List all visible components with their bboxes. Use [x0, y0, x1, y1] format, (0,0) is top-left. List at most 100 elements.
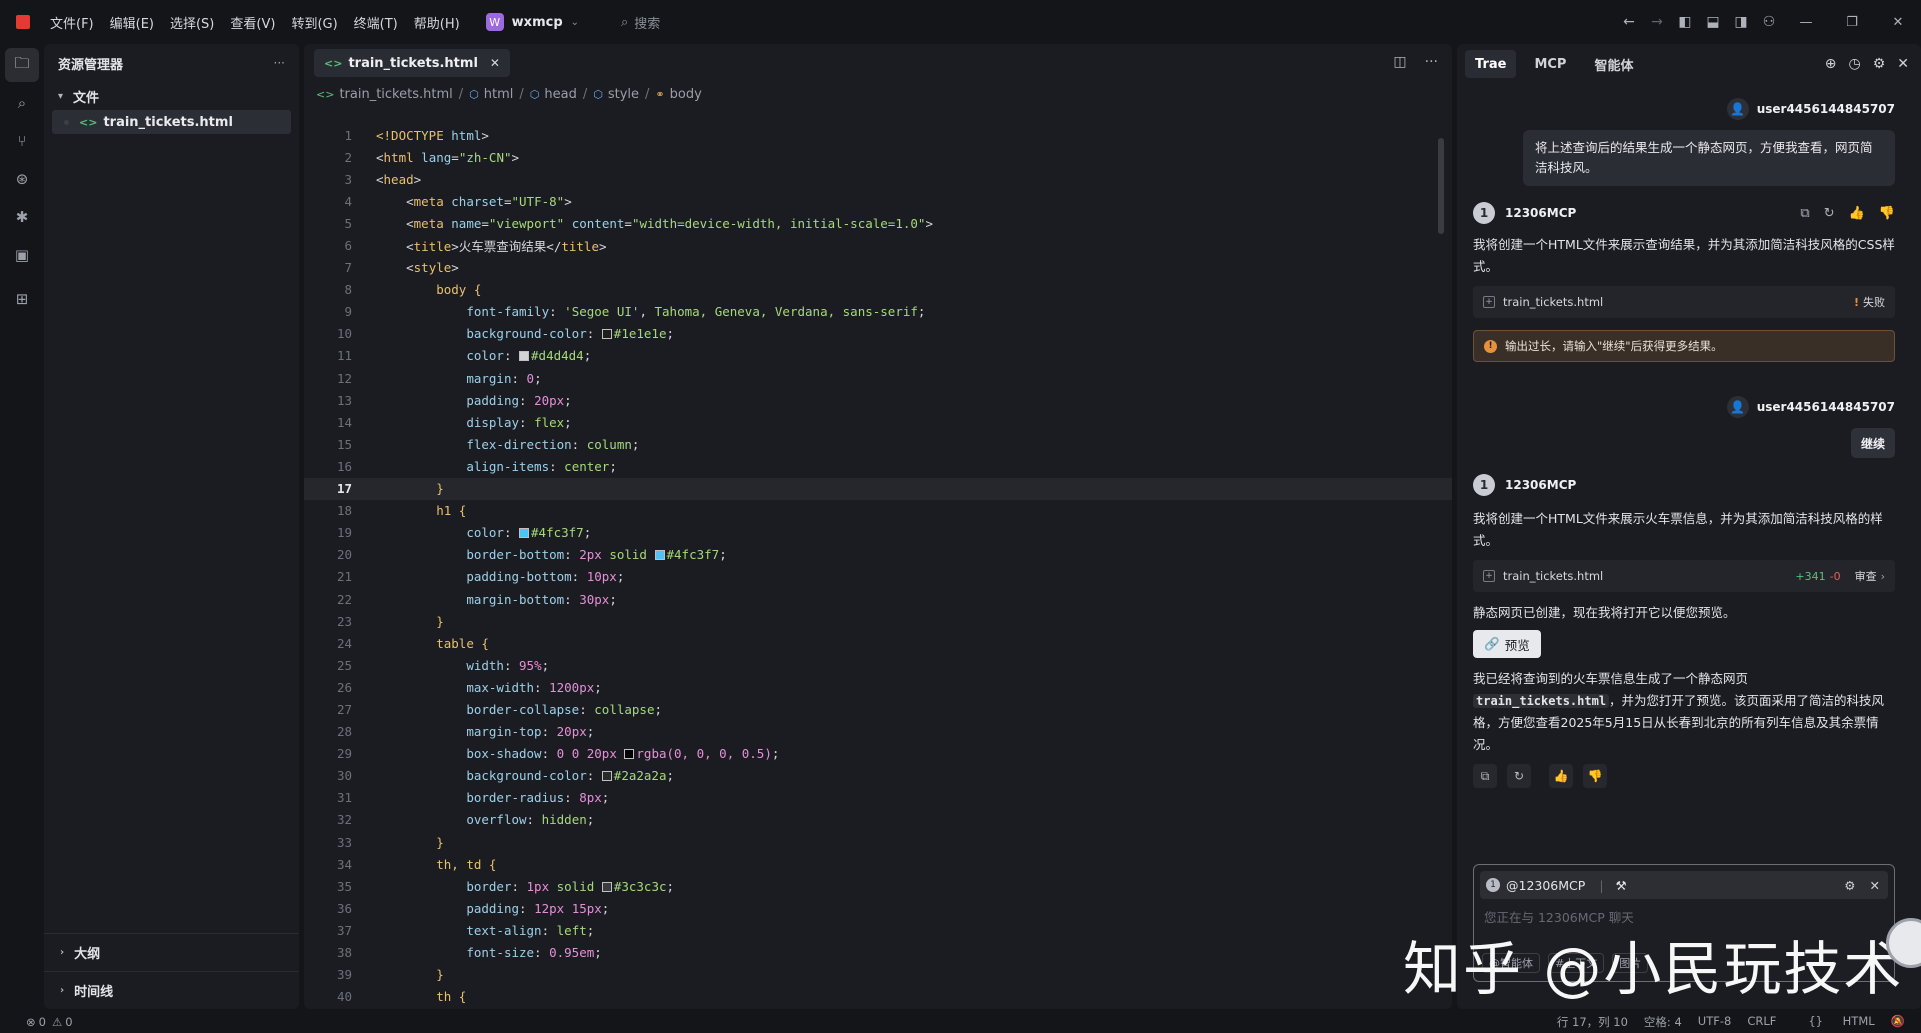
breadcrumb-item[interactable]: head — [544, 87, 576, 102]
code-line[interactable]: 9 font-family: 'Segoe UI', Tahoma, Genev… — [304, 301, 1452, 323]
more-icon[interactable]: ··· — [1425, 54, 1438, 70]
search-view-icon[interactable]: ⌕ — [5, 86, 39, 120]
bell-icon[interactable]: 🔕 — [1891, 1014, 1905, 1030]
code-line[interactable]: 18 h1 { — [304, 500, 1452, 522]
code-line[interactable]: 7 <style> — [304, 257, 1452, 279]
code-line[interactable]: 27 border-collapse: collapse; — [304, 698, 1452, 720]
code-line[interactable]: 8 body { — [304, 279, 1452, 301]
code-line[interactable]: 35 border: 1px solid #3c3c3c; — [304, 875, 1452, 897]
code-line[interactable]: 31 border-radius: 8px; — [304, 787, 1452, 809]
code-line[interactable]: 17 } — [304, 477, 1452, 500]
thumbs-down-icon[interactable]: 👎 — [1879, 206, 1895, 221]
menu-help[interactable]: 帮助(H) — [414, 13, 460, 32]
gear-icon[interactable]: ⚙ — [1873, 56, 1886, 72]
language-mode[interactable]: {} HTML — [1792, 1014, 1874, 1030]
code-line[interactable]: 25 width: 95%; — [304, 654, 1452, 676]
explorer-icon[interactable]: 🗀 — [5, 48, 39, 82]
code-line[interactable]: 6 <title>火车票查询结果</title> — [304, 234, 1452, 256]
regenerate-icon[interactable]: ↻ — [1824, 206, 1835, 221]
breadcrumb-item[interactable]: body — [670, 87, 702, 102]
code-line[interactable]: 24 table { — [304, 632, 1452, 654]
indentation[interactable]: 空格: 4 — [1644, 1014, 1682, 1030]
more-icon[interactable]: ··· — [274, 56, 285, 70]
remote-explorer-icon[interactable]: ▣ — [5, 238, 39, 272]
code-line[interactable]: 16 align-items: center; — [304, 455, 1452, 477]
menu-view[interactable]: 查看(V) — [230, 13, 275, 32]
toggle-left-panel-icon[interactable]: ◧ — [1671, 14, 1699, 30]
scrollbar[interactable] — [1438, 138, 1444, 234]
problems-indicator[interactable]: ⊗ 0 ⚠ 0 — [0, 1015, 73, 1029]
code-line[interactable]: 10 background-color: #1e1e1e; — [304, 323, 1452, 345]
folder-row[interactable]: ▾ 文件 — [44, 82, 299, 110]
breadcrumb-item[interactable]: train_tickets.html — [339, 87, 452, 102]
code-line[interactable]: 38 font-size: 0.95em; — [304, 941, 1452, 963]
regenerate-icon[interactable]: ↻ — [1507, 764, 1531, 788]
code-line[interactable]: 26 max-width: 1200px; — [304, 676, 1452, 698]
close-window-button[interactable]: ✕ — [1875, 15, 1921, 30]
menu-edit[interactable]: 编辑(E) — [110, 13, 154, 32]
close-icon[interactable]: ✕ — [1897, 56, 1909, 72]
code-line[interactable]: 23 } — [304, 610, 1452, 632]
workspace-switcher[interactable]: W wxmcp ⌄ — [485, 13, 579, 31]
forward-arrow-icon[interactable]: → — [1643, 14, 1671, 30]
code-line[interactable]: 12 margin: 0; — [304, 367, 1452, 389]
menu-selection[interactable]: 选择(S) — [170, 13, 214, 32]
code-line[interactable]: 13 padding: 20px; — [304, 389, 1452, 411]
agent-selector[interactable]: 1 @12306MCP | ⚒ ⚙ ✕ — [1480, 871, 1888, 899]
encoding[interactable]: UTF-8 — [1698, 1014, 1732, 1030]
menu-goto[interactable]: 转到(G) — [291, 13, 337, 32]
thumbs-up-icon[interactable]: 👍 — [1849, 206, 1865, 221]
code-line[interactable]: 28 margin-top: 20px; — [304, 721, 1452, 743]
code-line[interactable]: 5 <meta name="viewport" content="width=d… — [304, 212, 1452, 234]
copy-icon[interactable]: ⧉ — [1800, 206, 1809, 221]
menu-terminal[interactable]: 终端(T) — [354, 13, 398, 32]
code-line[interactable]: 30 background-color: #2a2a2a; — [304, 765, 1452, 787]
code-line[interactable]: 22 margin-bottom: 30px; — [304, 588, 1452, 610]
code-line[interactable]: 15 flex-direction: column; — [304, 433, 1452, 455]
new-chat-icon[interactable]: ⊕ — [1825, 56, 1837, 72]
code-line[interactable]: 39 } — [304, 964, 1452, 986]
preview-button[interactable]: 🔗 预览 — [1473, 630, 1541, 658]
file-row[interactable]: <> train_tickets.html — [52, 110, 291, 134]
file-change-card[interactable]: + train_tickets.html +341 -0 审查 › — [1473, 560, 1895, 592]
code-line[interactable]: 3 <head> — [304, 168, 1452, 190]
copy-icon[interactable]: ⧉ — [1473, 764, 1497, 788]
outline-section[interactable]: › 大纲 — [44, 933, 299, 971]
toggle-right-panel-icon[interactable]: ◨ — [1727, 14, 1755, 30]
cursor-position[interactable]: 行 17，列 10 — [1557, 1014, 1628, 1030]
code-line[interactable]: 36 padding: 12px 15px; — [304, 897, 1452, 919]
code-line[interactable]: 2 <html lang="zh-CN"> — [304, 146, 1452, 168]
file-change-card[interactable]: + train_tickets.html ! 失败 — [1473, 286, 1895, 318]
editor-tab[interactable]: <> train_tickets.html ✕ — [314, 49, 510, 77]
tools-icon[interactable]: ⚒ — [1616, 878, 1627, 893]
breadcrumb-item[interactable]: html — [484, 87, 514, 102]
code-line[interactable]: 19 color: #4fc3f7; — [304, 522, 1452, 544]
close-icon[interactable]: ✕ — [490, 56, 500, 70]
thumbs-up-icon[interactable]: 👍 — [1549, 764, 1573, 788]
code-line[interactable]: 32 overflow: hidden; — [304, 809, 1452, 831]
search-box[interactable]: ⌕ 搜索 — [621, 13, 660, 32]
code-line[interactable]: 37 text-align: left; — [304, 919, 1452, 941]
breadcrumb-item[interactable]: style — [608, 87, 639, 102]
tab-agent[interactable]: 智能体 — [1584, 50, 1643, 78]
code-line[interactable]: 1 <!DOCTYPE html> — [304, 124, 1452, 146]
review-button[interactable]: 审查 — [1855, 568, 1877, 584]
timeline-section[interactable]: › 时间线 — [44, 971, 299, 1009]
toggle-bottom-panel-icon[interactable]: ⬓ — [1699, 14, 1727, 30]
minimize-button[interactable]: — — [1783, 15, 1829, 30]
history-icon[interactable]: ◷ — [1848, 56, 1860, 72]
code-line[interactable]: 33 } — [304, 831, 1452, 853]
debug-icon[interactable]: ✱ — [5, 200, 39, 234]
gear-icon[interactable]: ⚙ — [1844, 878, 1855, 893]
code-line[interactable]: 40 th { — [304, 986, 1452, 1008]
restore-button[interactable]: ❐ — [1829, 15, 1875, 30]
code-line[interactable]: 14 display: flex; — [304, 411, 1452, 433]
split-editor-icon[interactable]: ◫ — [1393, 54, 1406, 70]
remote-icon[interactable]: ⊛ — [5, 162, 39, 196]
code-line[interactable]: 4 <meta charset="UTF-8"> — [304, 190, 1452, 212]
thumbs-down-icon[interactable]: 👎 — [1583, 764, 1607, 788]
close-icon[interactable]: ✕ — [1870, 878, 1880, 893]
code-line[interactable]: 34 th, td { — [304, 853, 1452, 875]
code-area[interactable]: 1 <!DOCTYPE html> 2 <html lang="zh-CN"> 3 <he… — [304, 124, 1452, 1008]
extensions-icon[interactable]: ⊞ — [5, 282, 39, 316]
